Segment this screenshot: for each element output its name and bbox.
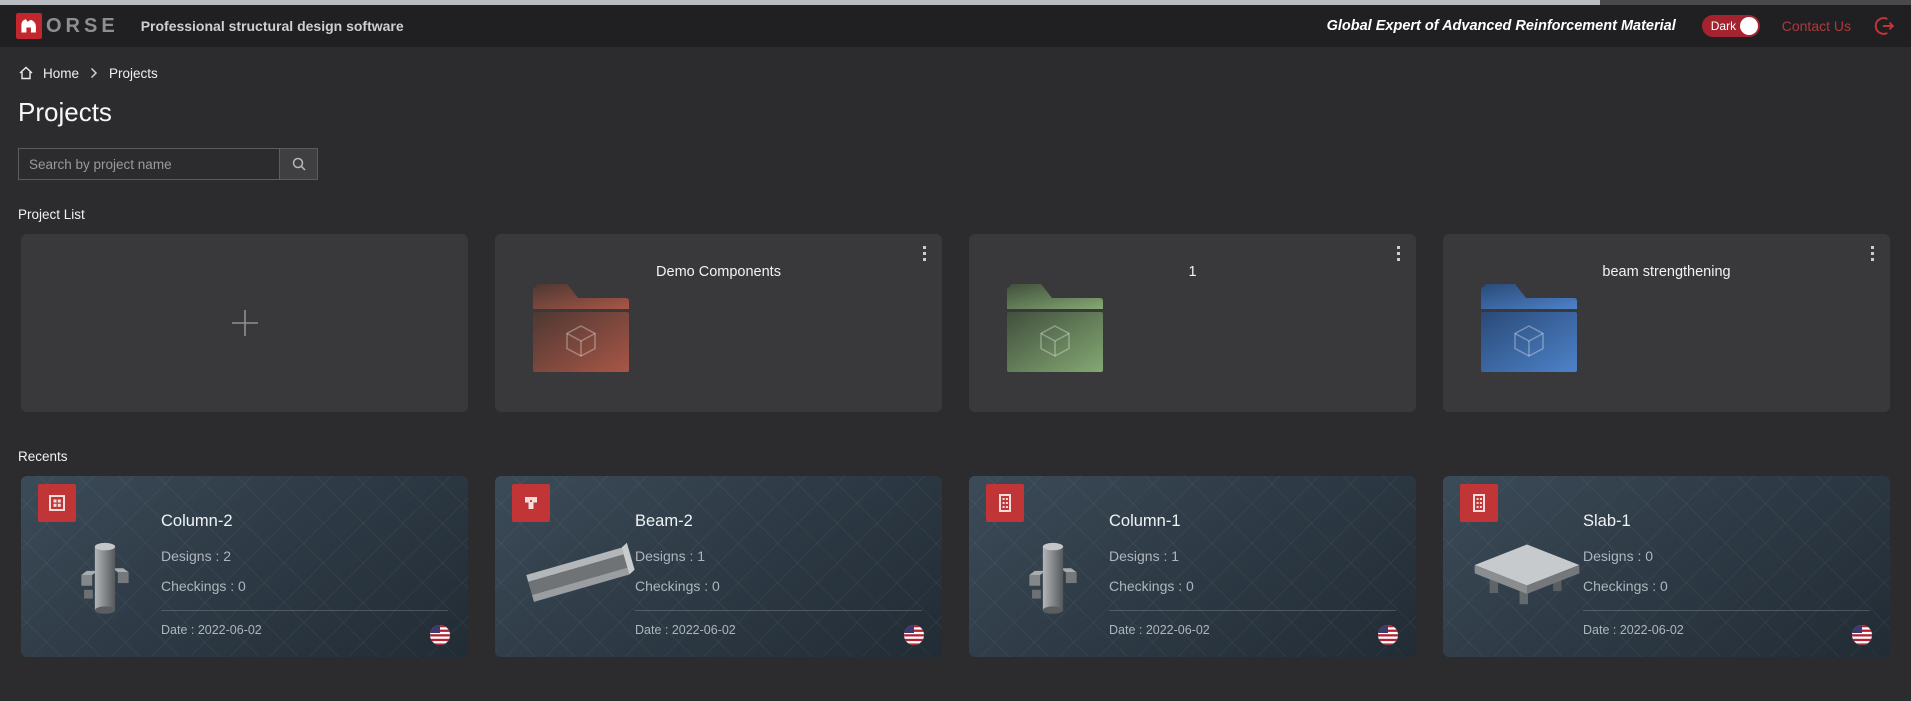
us-flag-icon [430,625,450,645]
card-date: Date : 2022-06-02 [635,623,736,637]
horizontal-scrollbar[interactable] [0,0,1911,5]
recent-card[interactable]: Column-2 Designs : 2 Checkings : 0 Date … [21,476,468,657]
recent-name: Column-1 [1109,512,1181,531]
card-divider [161,610,448,611]
project-list-label: Project List [18,207,1911,222]
search-button[interactable] [280,148,318,180]
card-menu-button[interactable] [920,243,929,264]
chevron-right-icon [90,67,98,79]
recents-label: Recents [18,449,1911,464]
project-card[interactable]: Demo Components [495,234,942,412]
card-menu-button[interactable] [1868,243,1877,264]
recent-name: Beam-2 [635,512,693,531]
card-date: Date : 2022-06-02 [1109,623,1210,637]
recent-card[interactable]: Column-1 Designs : 1 Checkings : 0 Date … [969,476,1416,657]
folder-green-icon [1007,280,1103,372]
card-date: Date : 2022-06-02 [1583,623,1684,637]
card-divider [635,610,922,611]
project-name: beam strengthening [1443,264,1890,280]
app-logo[interactable]: ORSE [16,13,119,39]
theme-toggle-label: Dark [1702,19,1736,33]
designs-count: Designs : 1 [1109,548,1179,564]
header-slogan: Global Expert of Advanced Reinforcement … [1327,18,1676,34]
us-flag-icon [904,625,924,645]
search-icon [291,156,307,172]
home-icon [18,65,34,81]
card-date: Date : 2022-06-02 [161,623,262,637]
column-3d-render [997,516,1109,642]
column-3d-render [49,516,161,642]
recent-name: Slab-1 [1583,512,1631,531]
contact-us-link[interactable]: Contact Us [1782,18,1851,34]
recent-card[interactable]: Beam-2 Designs : 1 Checkings : 0 Date : … [495,476,942,657]
checkings-count: Checkings : 0 [635,578,720,594]
project-name: 1 [969,264,1416,280]
breadcrumb-home[interactable]: Home [43,66,79,81]
beam-3d-render [523,516,635,642]
checkings-count: Checkings : 0 [161,578,246,594]
card-divider [1109,610,1396,611]
app-tagline: Professional structural design software [141,18,404,34]
logout-icon[interactable] [1873,15,1895,37]
folder-red-icon [533,280,629,372]
horse-logo-icon [16,13,42,39]
checkings-count: Checkings : 0 [1109,578,1194,594]
us-flag-icon [1852,625,1872,645]
search-bar [18,148,1911,180]
scrollbar-thumb[interactable] [0,0,1600,5]
recents-grid: Column-2 Designs : 2 Checkings : 0 Date … [21,476,1890,657]
designs-count: Designs : 0 [1583,548,1653,564]
plus-icon [230,308,260,338]
folder-blue-icon [1481,280,1577,372]
search-input[interactable] [18,148,280,180]
card-menu-button[interactable] [1394,243,1403,264]
breadcrumb-current: Projects [109,66,158,81]
recent-name: Column-2 [161,512,233,531]
designs-count: Designs : 2 [161,548,231,564]
card-divider [1583,610,1870,611]
project-card[interactable]: 1 [969,234,1416,412]
project-grid: Demo Components 1 [21,234,1890,412]
app-header: ORSE Professional structural design soft… [0,5,1911,47]
designs-count: Designs : 1 [635,548,705,564]
us-flag-icon [1378,625,1398,645]
theme-toggle-knob [1740,17,1758,35]
theme-toggle[interactable]: Dark [1702,15,1760,37]
page-title: Projects [18,97,1911,128]
add-project-card[interactable] [21,234,468,412]
logo-text: ORSE [46,16,119,36]
slab-3d-render [1471,516,1583,642]
project-name: Demo Components [495,264,942,280]
project-card[interactable]: beam strengthening [1443,234,1890,412]
checkings-count: Checkings : 0 [1583,578,1668,594]
recent-card[interactable]: Slab-1 Designs : 0 Checkings : 0 Date : … [1443,476,1890,657]
breadcrumb: Home Projects [18,65,1911,81]
